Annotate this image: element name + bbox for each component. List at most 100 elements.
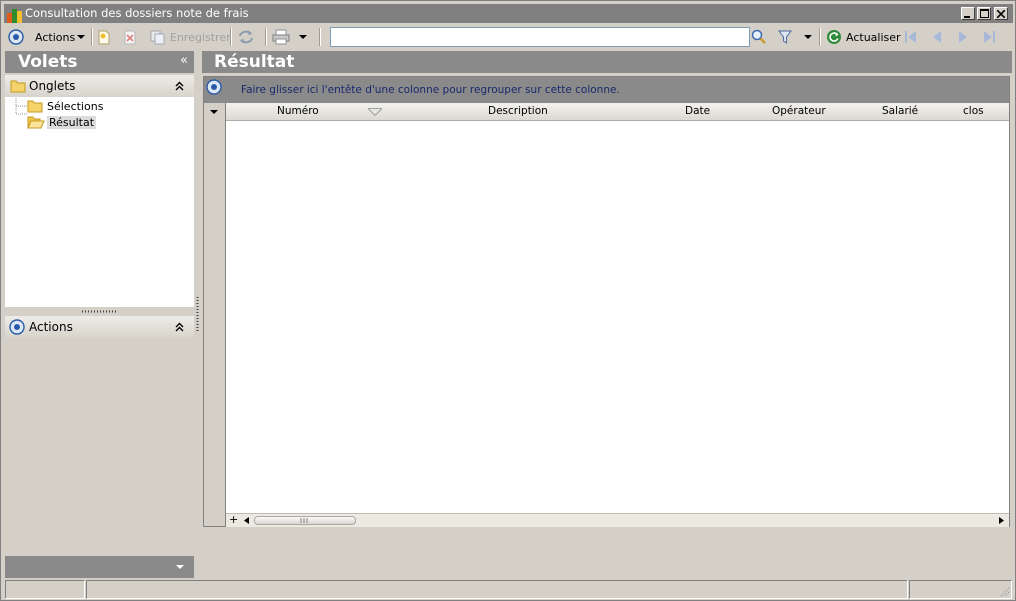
application-window: Consultation des dossiers note de frais … [0,0,1016,601]
horizontal-scrollbar[interactable]: + [226,513,1009,527]
volets-header: Volets « [5,51,194,73]
status-cell [909,580,1012,599]
search-input[interactable] [330,27,750,47]
sync-button[interactable] [237,25,255,49]
tabs-tree: Sélections Résultat [5,97,194,307]
tree-item-resultat[interactable]: Résultat [27,114,97,130]
delete-button[interactable] [123,25,137,49]
status-cell [86,580,908,599]
next-record-button[interactable] [956,25,970,49]
double-chevron-up-icon[interactable] [175,322,184,332]
pane-splitter[interactable] [5,307,194,315]
toolbar-separator [91,28,93,46]
result-grid: Faire glisser ici l'entête d'une colonne… [203,76,1010,527]
funnel-icon [778,30,792,44]
refresh-icon [827,30,841,44]
minimize-button[interactable] [961,7,975,20]
close-button[interactable] [994,7,1008,20]
sort-indicator-icon [368,108,382,116]
toolbar: Actions Enregistrer Actualiser [4,25,1013,49]
collapse-pane-icon[interactable]: « [180,53,188,69]
first-record-button[interactable] [904,25,918,49]
save-label: Enregistrer [170,30,231,44]
vertical-splitter[interactable] [195,297,199,333]
filter-menu-dropdown[interactable] [804,25,812,49]
grip-dots-icon [81,310,118,312]
next-record-icon [959,31,967,43]
folder-icon [10,80,26,93]
toolbar-separator [819,28,821,46]
folder-icon [27,100,43,112]
circle-target-icon[interactable] [206,79,222,95]
actions-label: Actions [29,320,73,334]
previous-record-icon [933,31,941,43]
search-button[interactable] [751,25,767,49]
scroll-left-icon[interactable] [244,517,249,524]
grip-dots-icon [196,297,198,333]
row-selector-column [204,103,226,526]
chevron-down-icon [804,35,812,39]
scroll-thumb[interactable] [254,516,356,525]
app-icon [7,9,22,23]
close-icon [997,9,1005,18]
magnifier-icon [751,29,766,44]
save-icon [150,30,165,44]
column-header-numero[interactable]: Numéro [277,105,319,117]
actions-menu-label: Actions [35,30,76,44]
scroll-right-icon[interactable] [999,517,1004,524]
window-title: Consultation des dossiers note de frais [25,6,249,20]
printer-icon [272,29,290,45]
toolbar-separator [230,28,232,46]
save-button[interactable]: Enregistrer [150,25,231,49]
maximize-button[interactable] [977,7,991,20]
actions-panel-header[interactable]: Actions [5,316,194,338]
status-cell [5,580,85,599]
column-header-operateur[interactable]: Opérateur [772,105,826,117]
status-bar [5,580,1013,599]
volets-title: Volets [18,52,78,72]
sync-icon [239,30,253,44]
nav-toggle-button[interactable] [8,25,24,49]
new-button[interactable] [97,25,111,49]
previous-record-button[interactable] [930,25,944,49]
chevron-down-icon [77,35,86,39]
group-by-panel[interactable]: Faire glisser ici l'entête d'une colonne… [204,77,1009,103]
refresh-label: Actualiser [846,30,901,44]
navigation-footer[interactable] [5,556,194,578]
column-header-date[interactable]: Date [685,105,710,117]
refresh-button[interactable]: Actualiser [826,25,901,49]
resize-grip-icon[interactable] [999,586,1010,597]
column-chooser-icon[interactable] [210,110,218,115]
title-bar[interactable]: Consultation des dossiers note de frais [4,4,1013,23]
column-header-clos[interactable]: clos [963,105,984,117]
grip-icon [300,518,308,523]
print-menu-dropdown[interactable] [299,25,307,49]
toolbar-separator [319,28,321,46]
filter-button[interactable] [778,25,792,49]
column-header-row: Numéro Description Date Opérateur Salari… [226,103,1009,121]
result-title: Résultat [214,52,295,72]
double-chevron-up-icon[interactable] [175,81,184,91]
circle-target-icon [9,319,25,335]
last-record-icon [984,31,995,43]
onglets-label: Onglets [29,79,76,93]
group-by-hint: Faire glisser ici l'entête d'une colonne… [241,84,620,96]
tree-item-selections[interactable]: Sélections [27,98,103,114]
delete-icon [124,30,136,44]
open-folder-icon [27,116,45,128]
expand-all-icon[interactable]: + [229,514,238,526]
last-record-button[interactable] [982,25,996,49]
new-document-icon [98,30,110,44]
onglets-panel-header[interactable]: Onglets [5,75,194,97]
toolbar-separator [265,28,267,46]
circle-target-icon [8,29,24,45]
first-record-icon [905,31,916,43]
print-button[interactable] [272,25,290,49]
chevron-down-icon [299,35,307,39]
actions-menu-button[interactable]: Actions [35,25,86,49]
tree-item-label: Résultat [47,115,97,129]
column-header-description[interactable]: Description [488,105,548,117]
maximize-icon [979,9,989,18]
tree-item-label: Sélections [47,99,104,113]
column-header-salarie[interactable]: Salarié [882,105,918,117]
